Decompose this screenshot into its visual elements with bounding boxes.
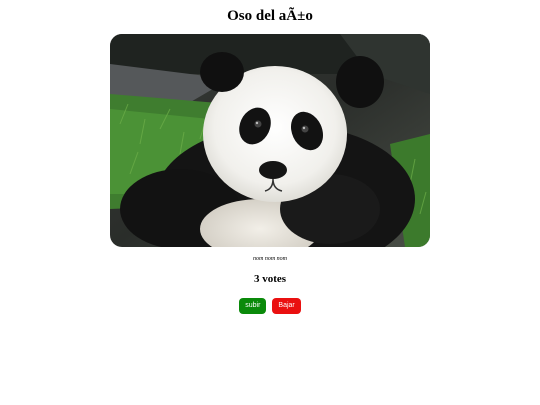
vote-buttons: subir Bajar [0, 298, 540, 314]
vote-count: 3 votes [253, 273, 287, 285]
downvote-button[interactable]: Bajar [272, 298, 301, 314]
panda-photo [110, 34, 430, 247]
upvote-button[interactable]: subir [239, 298, 267, 314]
photo-caption: nom nom nom [253, 256, 287, 262]
page-title: Oso del aÃ±o [227, 8, 313, 24]
